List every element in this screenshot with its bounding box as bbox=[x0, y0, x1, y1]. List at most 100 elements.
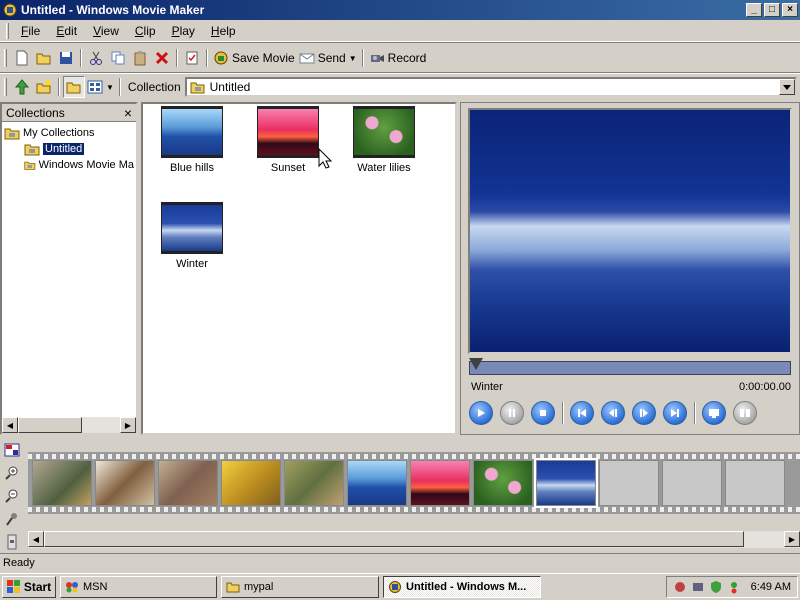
zoom-in-button[interactable] bbox=[3, 464, 21, 481]
full-screen-button[interactable] bbox=[702, 401, 726, 425]
split-clip-button[interactable] bbox=[733, 401, 757, 425]
delete-button[interactable] bbox=[151, 47, 173, 69]
toolbar-separator bbox=[80, 49, 82, 67]
tray-messenger-icon[interactable] bbox=[727, 580, 741, 594]
views-button[interactable]: ▼ bbox=[85, 76, 116, 98]
copy-button[interactable] bbox=[107, 47, 129, 69]
next-frame-button[interactable] bbox=[632, 401, 656, 425]
scroll-thumb[interactable] bbox=[18, 417, 82, 433]
video-screen[interactable] bbox=[468, 108, 792, 354]
scroll-right-icon[interactable]: ▶ bbox=[120, 417, 136, 433]
tray-app-icon[interactable] bbox=[673, 580, 687, 594]
storyboard-tools bbox=[0, 438, 24, 550]
open-project-button[interactable] bbox=[33, 47, 55, 69]
tree-item-untitled[interactable]: Untitled bbox=[4, 141, 134, 157]
storyboard-clip[interactable] bbox=[32, 460, 92, 506]
tray-security-icon[interactable] bbox=[709, 580, 723, 594]
storyboard-empty-slot[interactable] bbox=[662, 460, 722, 506]
toolbar-grip[interactable] bbox=[4, 78, 7, 96]
play-button[interactable] bbox=[469, 401, 493, 425]
storyboard-empty-slot[interactable] bbox=[725, 460, 785, 506]
clip-item[interactable]: Water lilies bbox=[342, 106, 426, 174]
scroll-right-icon[interactable]: ▶ bbox=[784, 531, 800, 547]
previous-clip-button[interactable] bbox=[570, 401, 594, 425]
close-button[interactable]: × bbox=[782, 3, 798, 17]
new-project-button[interactable] bbox=[11, 47, 33, 69]
tray-network-icon[interactable] bbox=[691, 580, 705, 594]
maximize-button[interactable]: □ bbox=[764, 3, 780, 17]
save-movie-button[interactable]: Save Movie bbox=[211, 47, 297, 69]
toolbar-separator bbox=[361, 49, 364, 67]
seek-thumb[interactable] bbox=[469, 358, 483, 370]
cut-button[interactable] bbox=[85, 47, 107, 69]
controls-separator bbox=[694, 402, 696, 424]
storyboard-clip[interactable] bbox=[221, 460, 281, 506]
timeline-toggle-button[interactable] bbox=[3, 441, 21, 458]
menu-edit[interactable]: Edit bbox=[48, 22, 85, 40]
camera-icon bbox=[370, 55, 384, 62]
collections-toggle-button[interactable] bbox=[63, 76, 85, 98]
properties-button[interactable] bbox=[181, 47, 203, 69]
menu-view[interactable]: View bbox=[85, 22, 127, 40]
scroll-thumb[interactable] bbox=[44, 531, 744, 547]
task-msn[interactable]: MSN bbox=[60, 576, 217, 598]
floppy-disk-icon bbox=[60, 52, 72, 64]
task-mypal[interactable]: mypal bbox=[221, 576, 379, 598]
folder-icon bbox=[226, 582, 240, 593]
clips-pane: Blue hills Sunset Water lilies Winter bbox=[141, 102, 457, 435]
copy-icon bbox=[111, 51, 125, 65]
menubar-grip[interactable] bbox=[6, 22, 9, 39]
storyboard-clip[interactable] bbox=[95, 460, 155, 506]
menu-play[interactable]: Play bbox=[164, 22, 203, 40]
tree-item-windows-movie-maker[interactable]: Windows Movie Ma bbox=[4, 157, 134, 173]
menu-clip[interactable]: Clip bbox=[127, 22, 164, 40]
seek-bar[interactable] bbox=[469, 358, 791, 375]
menu-help[interactable]: Help bbox=[203, 22, 244, 40]
envelope-icon bbox=[299, 53, 315, 64]
clip-item[interactable]: Winter bbox=[150, 202, 234, 270]
up-one-level-button[interactable] bbox=[11, 76, 33, 98]
start-button[interactable]: Start bbox=[2, 576, 56, 598]
storyboard-scrollbar[interactable]: ◀ ▶ bbox=[28, 531, 800, 548]
send-button[interactable]: Send ▼ bbox=[297, 47, 359, 69]
zoom-out-button[interactable] bbox=[3, 487, 21, 504]
storyboard-clip[interactable] bbox=[473, 460, 533, 506]
mouse-cursor-icon bbox=[318, 148, 332, 169]
close-icon[interactable]: × bbox=[124, 105, 132, 121]
menu-file[interactable]: File bbox=[13, 22, 48, 40]
monitor-clip-name: Winter bbox=[471, 381, 503, 393]
set-audio-levels-button[interactable] bbox=[3, 533, 21, 550]
movie-maker-icon bbox=[3, 3, 17, 17]
save-project-button[interactable] bbox=[55, 47, 77, 69]
storyboard-clip[interactable] bbox=[158, 460, 218, 506]
toolbar-grip[interactable] bbox=[4, 49, 7, 67]
save-movie-label: Save Movie bbox=[232, 51, 295, 65]
clip-item[interactable]: Blue hills bbox=[150, 106, 234, 174]
paste-button[interactable] bbox=[129, 47, 151, 69]
record-button[interactable]: Record bbox=[367, 47, 429, 69]
collection-dropdown[interactable]: Untitled bbox=[184, 77, 797, 97]
previous-frame-button[interactable] bbox=[601, 401, 625, 425]
record-narration-button[interactable] bbox=[3, 510, 21, 527]
scroll-left-icon[interactable]: ◀ bbox=[28, 531, 44, 547]
pause-button[interactable] bbox=[500, 401, 524, 425]
stop-button[interactable] bbox=[531, 401, 555, 425]
storyboard-clip[interactable] bbox=[347, 460, 407, 506]
horizontal-scrollbar[interactable]: ◀ ▶ bbox=[2, 417, 136, 433]
toolbar-separator bbox=[58, 78, 60, 96]
storyboard-clip[interactable] bbox=[410, 460, 470, 506]
task-movie-maker[interactable]: Untitled - Windows M... bbox=[383, 576, 541, 598]
collection-folder-icon bbox=[24, 161, 36, 170]
chevron-down-icon[interactable] bbox=[778, 79, 795, 95]
next-clip-button[interactable] bbox=[663, 401, 687, 425]
storyboard-clip-selected[interactable] bbox=[534, 458, 598, 508]
paste-icon bbox=[134, 51, 146, 66]
storyboard-clip[interactable] bbox=[284, 460, 344, 506]
storyboard-empty-slot[interactable] bbox=[599, 460, 659, 506]
minimize-button[interactable]: _ bbox=[746, 3, 762, 17]
new-collection-button[interactable] bbox=[33, 76, 55, 98]
scroll-left-icon[interactable]: ◀ bbox=[2, 417, 18, 433]
tree-item-root[interactable]: My Collections bbox=[4, 125, 134, 141]
controls-separator bbox=[562, 402, 564, 424]
audio-levels-icon bbox=[7, 534, 17, 549]
